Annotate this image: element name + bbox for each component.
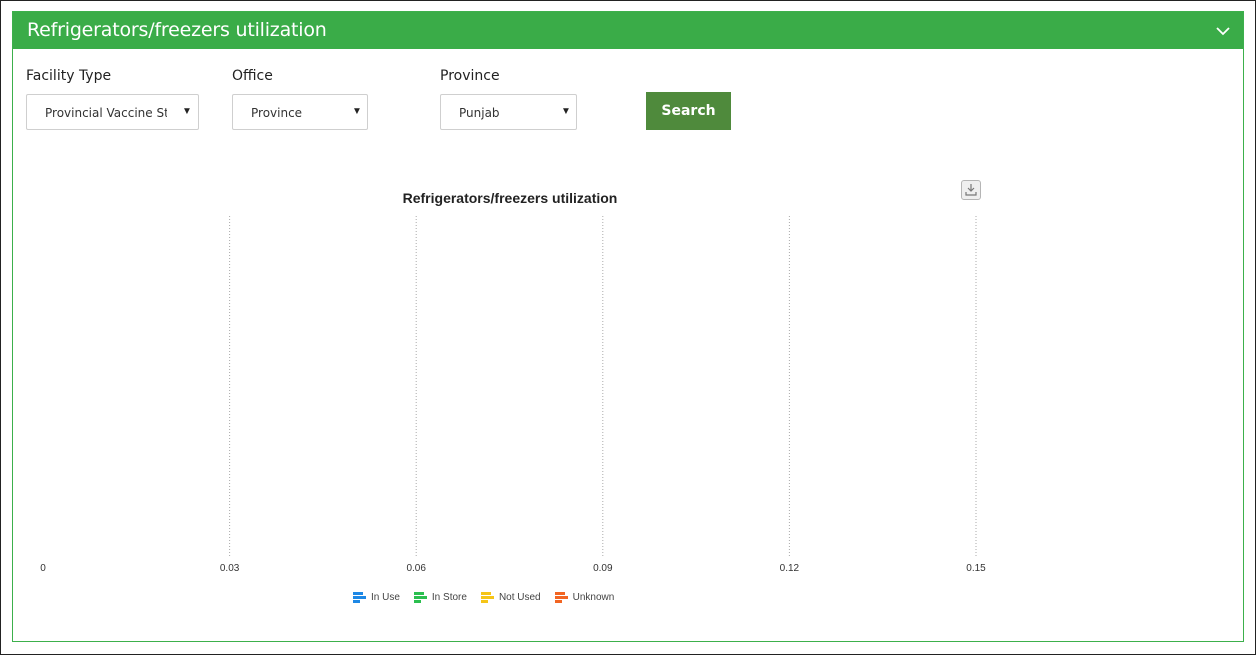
chart-legend: In Use In Store Not Used Unknown (353, 592, 614, 603)
facility-type-select[interactable]: Provincial Vaccine Store ▼ (26, 94, 199, 130)
x-tick-label: 0.12 (779, 563, 800, 574)
legend-bar-icon (480, 592, 494, 603)
legend-label: In Store (431, 592, 467, 603)
office-label: Office (232, 68, 273, 84)
legend-item[interactable]: Unknown (554, 592, 615, 603)
province-select[interactable]: Punjab ▼ (440, 94, 577, 130)
legend-label: In Use (371, 592, 400, 603)
search-button[interactable]: Search (646, 92, 731, 130)
x-tick-label: 0.06 (406, 563, 426, 574)
legend-item[interactable]: In Store (413, 592, 467, 603)
x-tick-label: 0.15 (966, 563, 986, 574)
x-tick-label: 0 (40, 563, 46, 574)
legend-label: Not Used (498, 592, 541, 603)
legend-label: Unknown (572, 592, 615, 603)
panel-header: Refrigerators/freezers utilization (13, 12, 1243, 49)
x-tick-label: 0.09 (593, 563, 613, 574)
legend-item[interactable]: Not Used (480, 592, 541, 603)
facility-type-value: Provincial Vaccine Store (45, 106, 167, 120)
dropdown-arrow-icon: ▼ (352, 106, 362, 117)
dropdown-arrow-icon: ▼ (561, 106, 571, 117)
facility-type-label: Facility Type (26, 68, 112, 84)
chart-title: Refrigerators/freezers utilization (402, 190, 618, 206)
legend-bar-icon (554, 592, 568, 603)
legend-bar-icon (413, 592, 427, 603)
office-select[interactable]: Province ▼ (232, 94, 368, 130)
province-label: Province (440, 68, 500, 84)
legend-item[interactable]: In Use (353, 592, 400, 603)
dropdown-arrow-icon: ▼ (182, 106, 192, 117)
download-icon[interactable] (961, 180, 981, 200)
legend-bar-icon (353, 592, 366, 603)
x-tick-label: 0.03 (219, 563, 240, 574)
office-value: Province (251, 106, 303, 120)
chevron-down-icon[interactable] (1213, 21, 1233, 41)
panel-title: Refrigerators/freezers utilization (27, 19, 327, 41)
province-value: Punjab (459, 106, 500, 120)
